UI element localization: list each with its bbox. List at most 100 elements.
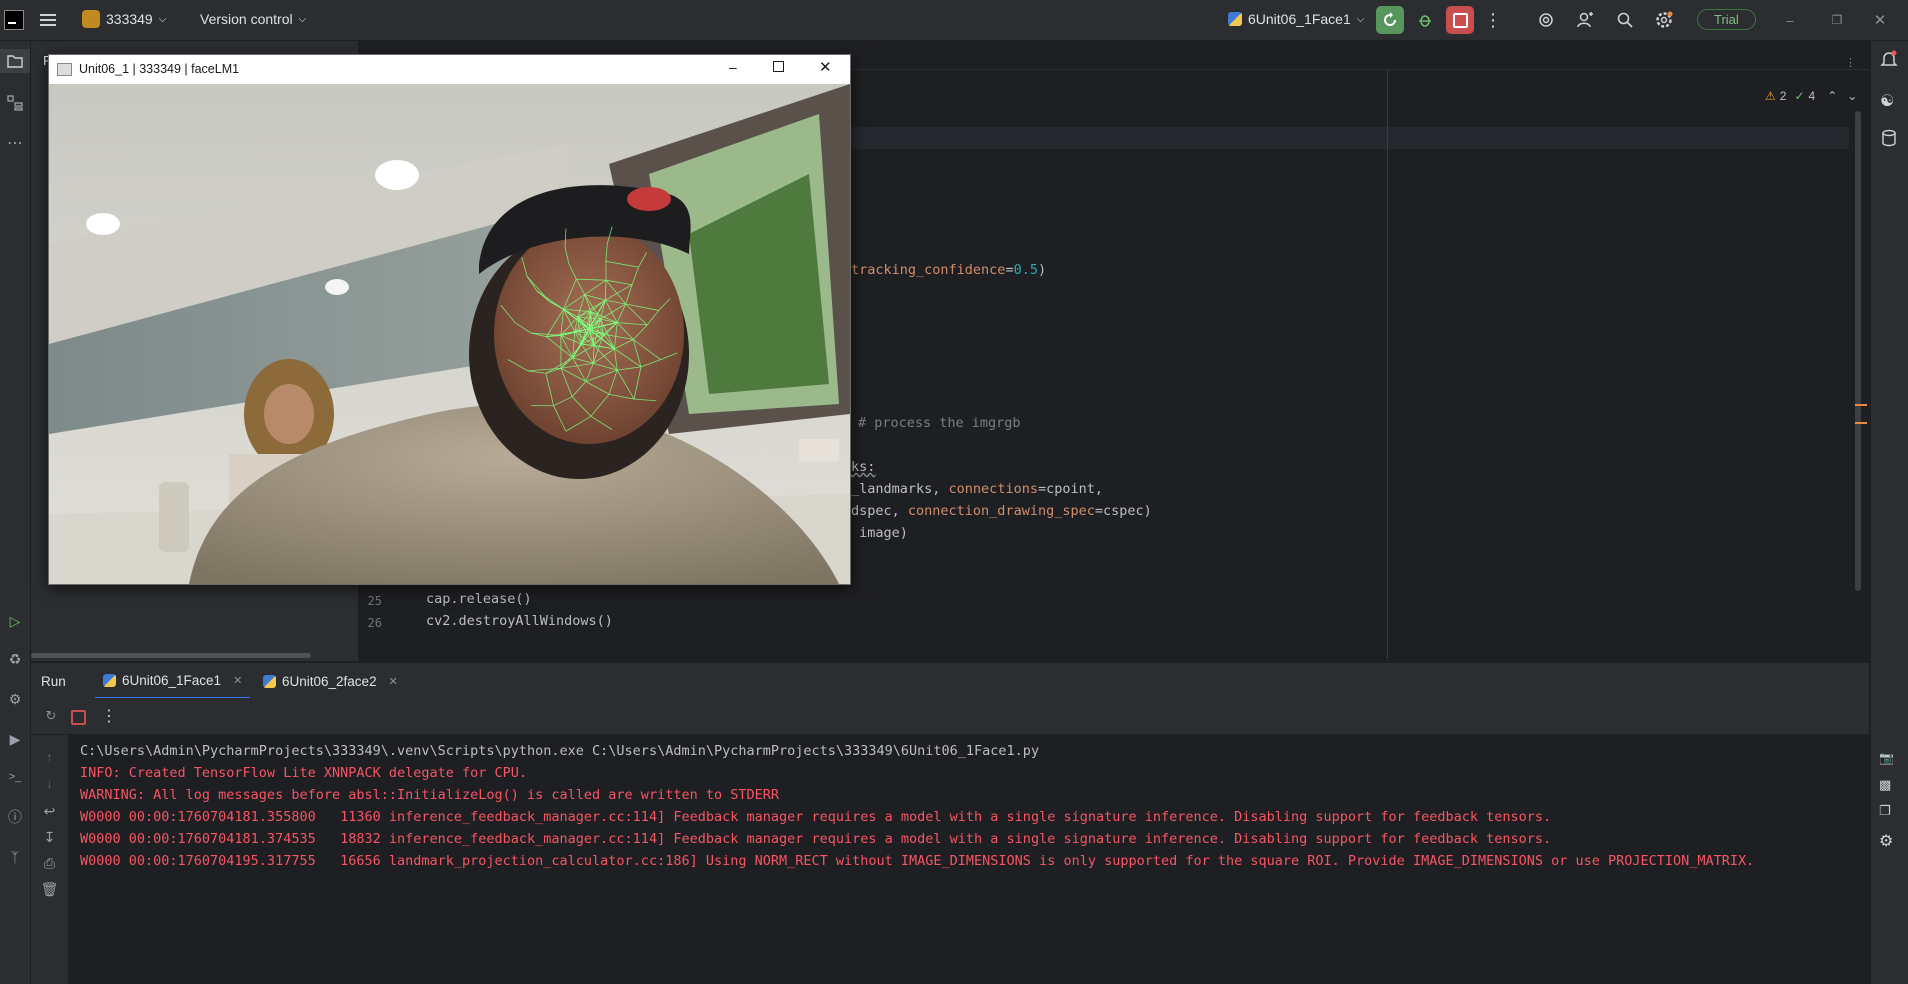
tab-label: 6Unit06_1Face1 <box>122 672 222 688</box>
close-tab-icon[interactable]: ✕ <box>389 675 398 688</box>
scroll-to-end-icon[interactable]: ↧ <box>31 825 68 849</box>
code-line: dspec, connection_drawing_spec=cspec) <box>851 503 1152 519</box>
rerun-icon <box>1384 12 1396 26</box>
ceiling-light <box>375 160 419 190</box>
close-tab-icon[interactable]: ✕ <box>233 674 242 687</box>
more-tools-icon[interactable]: ⋯ <box>0 131 30 155</box>
windows-icon[interactable]: ❐ <box>1879 803 1891 819</box>
settings-gear-icon[interactable] <box>1650 6 1678 34</box>
webcam-frame <box>49 84 850 584</box>
run-config-name: 6Unit06_1Face1 <box>1248 11 1351 27</box>
camera-window-title: Unit06_1 | 333349 | faceLM1 <box>79 62 240 76</box>
code-line: cap.release() <box>426 591 532 607</box>
run-toolbar: ↻ ⋮ <box>31 698 1869 735</box>
code-line: ks: <box>851 459 876 475</box>
problems-icon[interactable]: ⓘ <box>0 805 30 829</box>
bug-icon <box>1419 15 1431 27</box>
trial-badge[interactable]: Trial <box>1697 9 1756 30</box>
project-name: 333349 <box>106 11 153 27</box>
console-line: W0000 00:00:1760704195.317755 16656 land… <box>80 853 1755 869</box>
inspection-widget[interactable]: ⚠ 2 ✓ 4 ⌃ ⌄ <box>1765 89 1857 103</box>
line-number: 26 <box>367 616 382 630</box>
code-line: _landmarks, connections=cpoint, <box>851 481 1103 497</box>
horizontal-scrollbar[interactable] <box>31 653 311 658</box>
trash-icon[interactable]: 🗑 <box>31 877 68 901</box>
add-user-icon[interactable] <box>1571 6 1599 34</box>
stop-button[interactable] <box>1446 6 1474 34</box>
code-line: cv2.destroyAllWindows() <box>426 613 613 629</box>
maximize-icon[interactable] <box>773 61 784 72</box>
line-number: 25 <box>367 594 382 608</box>
project-folder-icon[interactable] <box>0 49 30 73</box>
tab-6unit06-2face2[interactable]: 6Unit06_2face2 ✕ <box>255 663 406 699</box>
warning-count: 2 <box>1779 89 1787 103</box>
ai-chat-icon[interactable]: ☯ <box>1880 91 1894 111</box>
minimize-window-icon[interactable]: – <box>1776 6 1804 34</box>
ai-assistant-icon[interactable] <box>1532 6 1560 34</box>
soft-wrap-icon[interactable]: ↩ <box>31 799 68 823</box>
camera-window[interactable]: Unit06_1 | 333349 | faceLM1 – ✕ <box>48 54 851 585</box>
more-options-icon[interactable]: ⋮ <box>95 702 123 730</box>
restore-window-icon[interactable]: ❐ <box>1823 6 1851 34</box>
right-tool-strip: ☯ 📷 ▩ ❐ ⚙ <box>1870 41 1908 984</box>
warning-stripe-marker[interactable] <box>1855 404 1867 406</box>
console-line: W0000 00:00:1760704181.374535 18832 infe… <box>80 831 1552 847</box>
project-selector[interactable]: 333349 ⌵ <box>82 10 166 28</box>
tab-label: 6Unit06_2face2 <box>282 673 377 689</box>
console-line: C:\Users\Admin\PycharmProjects\333349\.v… <box>80 743 1040 759</box>
stop-icon[interactable] <box>71 710 86 725</box>
close-icon[interactable]: ✕ <box>819 58 832 76</box>
main-menu-icon[interactable] <box>34 6 62 34</box>
python-packages-icon[interactable]: ♻ <box>0 647 30 671</box>
chevron-up-icon: ⌃ <box>1827 89 1838 103</box>
run-tool-icon[interactable]: ▷ <box>0 609 30 633</box>
structure-icon[interactable] <box>0 91 30 115</box>
python-icon <box>103 673 116 687</box>
camera-window-titlebar[interactable]: Unit06_1 | 333349 | faceLM1 – ✕ <box>49 55 850 84</box>
rerun-icon[interactable]: ↻ <box>37 702 65 730</box>
editor-more-icon[interactable]: ⋮ <box>1845 56 1856 69</box>
chevron-down-icon: ⌵ <box>158 13 167 25</box>
close-window-icon[interactable]: ✕ <box>1866 6 1894 34</box>
warning-stripe-marker[interactable] <box>1855 422 1867 424</box>
video-icon[interactable]: ▩ <box>1879 777 1891 793</box>
tab-6unit06-1face1[interactable]: 6Unit06_1Face1 ✕ <box>95 663 251 699</box>
search-icon[interactable] <box>1611 6 1639 34</box>
chevron-down-icon: ⌄ <box>1847 89 1858 103</box>
scroll-down-icon[interactable]: ↓ <box>31 771 68 795</box>
python-icon <box>263 674 276 688</box>
ceiling-light <box>86 213 120 235</box>
chevron-down-icon: ⌵ <box>298 13 307 25</box>
project-badge-icon <box>82 10 100 28</box>
python-icon <box>1228 12 1242 26</box>
webcam-image <box>49 84 850 584</box>
warning-icon: ⚠ <box>1765 89 1776 103</box>
run-title: Run <box>41 673 66 689</box>
print-icon[interactable]: ⎙ <box>31 851 68 875</box>
pycharm-logo-icon <box>4 10 24 30</box>
camera-snapshot-icon[interactable]: 📷 <box>1879 751 1894 765</box>
more-actions-icon[interactable]: ⋮ <box>1479 6 1507 34</box>
left-tool-strip: ⋯ ▷ ♻ ⚙ ▶ >_ ⓘ ᛉ <box>0 41 31 984</box>
notifications-bell-icon[interactable] <box>1879 49 1899 72</box>
code-line: tracking_confidence=0.5) <box>851 262 1047 278</box>
database-icon[interactable] <box>1881 129 1897 150</box>
run-config-selector[interactable]: 6Unit06_1Face1 ⌵ <box>1228 11 1364 27</box>
vertical-scrollbar[interactable] <box>1855 111 1861 591</box>
scroll-up-icon[interactable]: ↑ <box>31 745 68 769</box>
run-toolwindow-header: Run 6Unit06_1Face1 ✕ 6Unit06_2face2 ✕ <box>31 662 1869 699</box>
stop-icon <box>1452 12 1468 28</box>
check-icon: ✓ <box>1794 89 1805 103</box>
debug-button[interactable] <box>1411 6 1439 34</box>
rerun-button[interactable] <box>1376 6 1404 34</box>
minimize-icon[interactable]: – <box>729 59 737 75</box>
terminal-icon[interactable]: >_ <box>0 765 30 789</box>
console-output[interactable]: C:\Users\Admin\PycharmProjects\333349\.v… <box>68 735 1869 984</box>
version-control-menu[interactable]: Version control ⌵ <box>200 11 306 27</box>
python-console-icon[interactable]: ⚙ <box>0 687 30 711</box>
gear-icon[interactable]: ⚙ <box>1879 831 1893 851</box>
vcs-icon[interactable]: ᛉ <box>0 845 30 869</box>
console-gutter: ↑ ↓ ↩ ↧ ⎙ 🗑 <box>31 735 68 984</box>
title-bar: 333349 ⌵ Version control ⌵ 6Unit06_1Face… <box>0 0 1908 41</box>
services-icon[interactable]: ▶ <box>0 727 30 751</box>
